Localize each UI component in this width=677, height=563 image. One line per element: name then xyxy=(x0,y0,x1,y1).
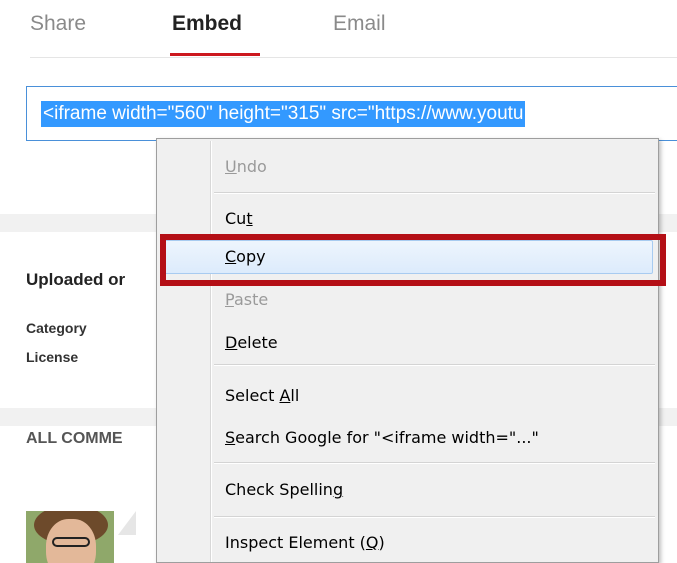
embed-code-field[interactable]: <iframe width="560" height="315" src="ht… xyxy=(26,86,677,141)
menu-label: Inspect Element ( xyxy=(225,533,366,552)
menu-accel-key: P xyxy=(225,290,234,309)
menu-label: ll xyxy=(290,386,300,405)
tab-share[interactable]: Share xyxy=(30,12,86,36)
menu-item-check-spelling[interactable]: Check Spelling xyxy=(225,476,343,504)
menu-label: aste xyxy=(233,290,269,309)
menu-label: elete xyxy=(237,333,278,352)
menu-accel-key: U xyxy=(225,157,237,176)
menu-separator xyxy=(214,516,655,518)
menu-separator xyxy=(214,192,655,194)
active-tab-indicator xyxy=(170,53,260,56)
uploaded-on-label: Uploaded or xyxy=(26,270,126,289)
menu-separator xyxy=(214,364,655,366)
menu-item-delete[interactable]: Delete xyxy=(225,329,278,357)
menu-accel-key: D xyxy=(225,333,238,352)
context-menu: Undo Cut Copy Paste Delete Select All Se… xyxy=(156,138,659,563)
menu-separator xyxy=(214,462,655,464)
menu-gutter-highlight xyxy=(211,141,212,562)
menu-item-search-google[interactable]: Search Google for "<iframe width="..." xyxy=(225,424,539,452)
menu-item-undo: Undo xyxy=(225,153,267,181)
menu-accel-key: S xyxy=(225,428,236,447)
avatar[interactable] xyxy=(26,511,114,563)
menu-label: ndo xyxy=(236,157,267,176)
menu-item-inspect-element[interactable]: Inspect Element (Q) xyxy=(225,529,385,557)
tabs-divider xyxy=(30,57,677,58)
menu-accel-key: g xyxy=(332,480,344,499)
menu-label: Select xyxy=(225,386,280,405)
menu-label: Check Spellin xyxy=(225,480,333,499)
menu-accel-key: Q xyxy=(365,533,379,552)
all-comments-header: ALL COMME xyxy=(26,430,123,447)
menu-accel-key: t xyxy=(246,209,253,228)
menu-item-paste: Paste xyxy=(225,286,268,314)
comment-bubble-tail xyxy=(118,511,136,535)
menu-label: ) xyxy=(378,533,385,552)
menu-item-select-all[interactable]: Select All xyxy=(225,382,299,410)
share-tabs: Share Embed Email xyxy=(0,0,677,58)
copy-highlight-frame xyxy=(160,234,666,286)
menu-label: earch Google for "<iframe width="..." xyxy=(235,428,539,447)
category-label: Category xyxy=(26,320,87,336)
menu-label: Cu xyxy=(225,209,247,228)
embed-code-selected-text[interactable]: <iframe width="560" height="315" src="ht… xyxy=(41,101,526,127)
tab-email[interactable]: Email xyxy=(333,12,386,36)
menu-accel-key: A xyxy=(279,386,291,405)
license-label: License xyxy=(26,349,79,365)
menu-item-cut[interactable]: Cut xyxy=(225,205,253,233)
tab-embed[interactable]: Embed xyxy=(172,12,242,36)
